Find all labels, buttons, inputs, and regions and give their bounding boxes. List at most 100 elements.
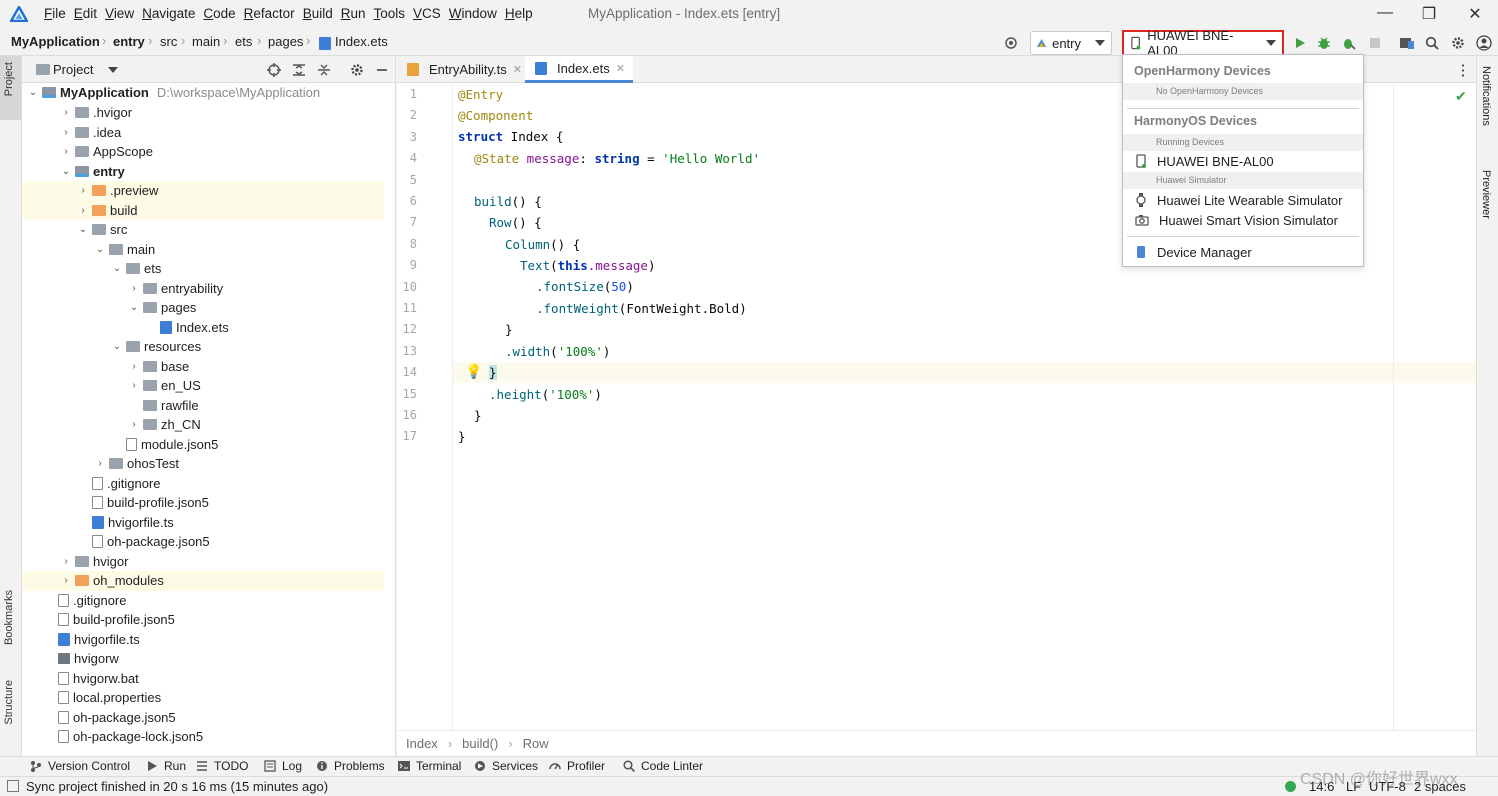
tree-item[interactable]: module.json5 [22, 435, 384, 455]
tool-profiler[interactable]: Profiler [549, 759, 605, 773]
tool-run[interactable]: Run [146, 759, 186, 773]
collapse-all-icon[interactable] [314, 60, 334, 80]
tree-item[interactable]: › ohosTest [22, 454, 384, 474]
restore-button[interactable]: ❐ [1414, 4, 1444, 24]
more-options-icon[interactable]: ⋮ [1453, 60, 1473, 80]
code-line[interactable]: } [489, 362, 497, 383]
tree-item[interactable]: › hvigor [22, 552, 384, 572]
tree-item[interactable]: rawfile [22, 396, 384, 416]
tree-item[interactable]: .gitignore [22, 591, 384, 611]
tree-item[interactable]: hvigorw.bat [22, 669, 384, 689]
breadcrumb-file[interactable]: Index.ets [335, 34, 388, 49]
code-line[interactable]: Column() { [505, 234, 580, 255]
project-panel-title[interactable]: Project [53, 62, 93, 77]
tree-item[interactable]: › oh_modules [22, 571, 384, 591]
chevron-right-icon[interactable]: › [59, 107, 73, 118]
code-line[interactable]: .fontSize(50) [536, 276, 634, 297]
chevron-right-icon[interactable]: › [59, 575, 73, 586]
tree-item[interactable]: › .idea [22, 123, 384, 143]
tree-item[interactable]: › entryability [22, 279, 384, 299]
tree-item[interactable]: oh-package-lock.json5 [22, 727, 384, 747]
tool-version-control[interactable]: Version Control [30, 759, 130, 773]
code-line[interactable]: .width('100%') [505, 341, 610, 362]
tool-terminal[interactable]: Terminal [398, 759, 461, 773]
code-line[interactable]: Row() { [489, 212, 542, 233]
tab-index[interactable]: Index.ets ✕ [525, 56, 633, 83]
tool-problems[interactable]: Problems [316, 759, 385, 773]
debug-icon[interactable] [1314, 33, 1334, 53]
menu-item-vcs[interactable]: VCS [413, 6, 441, 21]
tree-item[interactable]: ⌄ entry [22, 162, 384, 182]
close-icon[interactable]: ✕ [513, 63, 522, 76]
status-message[interactable]: Sync project finished in 20 s 16 ms (15 … [26, 779, 328, 794]
tree-item[interactable]: ⌄ pages [22, 298, 384, 318]
chevron-down-icon[interactable]: ⌄ [127, 302, 141, 313]
menu-item-view[interactable]: View [105, 6, 134, 21]
tool-todo[interactable]: TODO [196, 759, 248, 773]
account-icon[interactable] [1474, 33, 1494, 53]
tree-item[interactable]: › zh_CN [22, 415, 384, 435]
menu-item-run[interactable]: Run [341, 6, 366, 21]
gear-icon[interactable] [1448, 33, 1468, 53]
code-line[interactable]: } [505, 319, 513, 340]
code-line[interactable]: @Component [458, 105, 533, 126]
code-line[interactable]: @Entry [458, 84, 503, 105]
structure-tab[interactable]: Structure [3, 680, 15, 725]
chevron-right-icon[interactable]: › [59, 146, 73, 157]
chevron-right-icon[interactable]: › [76, 185, 90, 196]
lightbulb-icon[interactable]: 💡 [465, 363, 482, 380]
breadcrumb-index[interactable]: Index [406, 736, 438, 751]
menu-item-build[interactable]: Build [303, 6, 333, 21]
expand-all-icon[interactable] [289, 60, 309, 80]
menu-item-edit[interactable]: Edit [74, 6, 97, 21]
breadcrumb-src[interactable]: src [160, 34, 177, 49]
tool-code-linter[interactable]: Code Linter [623, 759, 703, 773]
tree-item[interactable]: › base [22, 357, 384, 377]
chevron-down-icon[interactable]: ⌄ [76, 224, 90, 235]
chevron-right-icon[interactable]: › [127, 380, 141, 391]
device-item-huawei-bne[interactable]: HUAWEI BNE-AL00 [1123, 151, 1363, 171]
chevron-right-icon[interactable]: › [76, 205, 90, 216]
tree-root[interactable]: ⌄ MyApplication D:\workspace\MyApplicati… [22, 83, 384, 103]
module-selector[interactable]: entry [1030, 31, 1112, 55]
chevron-right-icon[interactable]: › [93, 458, 107, 469]
tree-item[interactable]: › .hvigor [22, 103, 384, 123]
tree-item[interactable]: ⌄ ets [22, 259, 384, 279]
search-icon[interactable] [1422, 33, 1442, 53]
chevron-right-icon[interactable]: › [59, 127, 73, 138]
code-line[interactable]: @State message: string = 'Hello World' [474, 148, 760, 169]
tree-item[interactable]: ⌄ main [22, 240, 384, 260]
breadcrumb-pages[interactable]: pages [268, 34, 303, 49]
menu-item-tools[interactable]: Tools [374, 6, 406, 21]
tree-item[interactable]: .gitignore [22, 474, 384, 494]
tree-item[interactable]: ⌄ resources [22, 337, 384, 357]
code-line[interactable]: build() { [474, 191, 542, 212]
bookmarks-tab[interactable]: Bookmarks [3, 590, 15, 645]
breadcrumb-project[interactable]: MyApplication [11, 34, 100, 49]
tree-item[interactable]: hvigorw [22, 649, 384, 669]
target-icon[interactable] [1001, 33, 1021, 53]
breadcrumb-row[interactable]: Row [523, 736, 549, 751]
gear-icon[interactable] [347, 60, 367, 80]
simulator-item-wearable[interactable]: Huawei Lite Wearable Simulator [1123, 190, 1363, 210]
notifications-tab[interactable]: Notifications [1480, 66, 1492, 126]
chevron-down-icon[interactable] [108, 67, 118, 73]
tree-item[interactable]: › en_US [22, 376, 384, 396]
chevron-down-icon[interactable]: ⌄ [110, 263, 124, 274]
toggle-tool-windows-icon[interactable] [7, 780, 19, 792]
device-selector[interactable]: HUAWEI BNE-AL00 [1122, 28, 1284, 58]
tree-item[interactable]: › AppScope [22, 142, 384, 162]
breadcrumb-main[interactable]: main [192, 34, 220, 49]
menu-item-file[interactable]: File [44, 6, 66, 21]
chevron-down-icon[interactable]: ⌄ [59, 166, 73, 177]
breadcrumb-entry[interactable]: entry [113, 34, 145, 49]
tree-item[interactable]: › .preview [22, 181, 384, 201]
tree-item[interactable]: hvigorfile.ts [22, 513, 384, 533]
chevron-right-icon[interactable]: › [127, 419, 141, 430]
tree-item[interactable]: local.properties [22, 688, 384, 708]
chevron-down-icon[interactable]: ⌄ [26, 87, 40, 98]
tree-item[interactable]: build-profile.json5 [22, 493, 384, 513]
tree-item[interactable]: ⌄ src [22, 220, 384, 240]
chevron-right-icon[interactable]: › [127, 361, 141, 372]
chevron-down-icon[interactable]: ⌄ [110, 341, 124, 352]
